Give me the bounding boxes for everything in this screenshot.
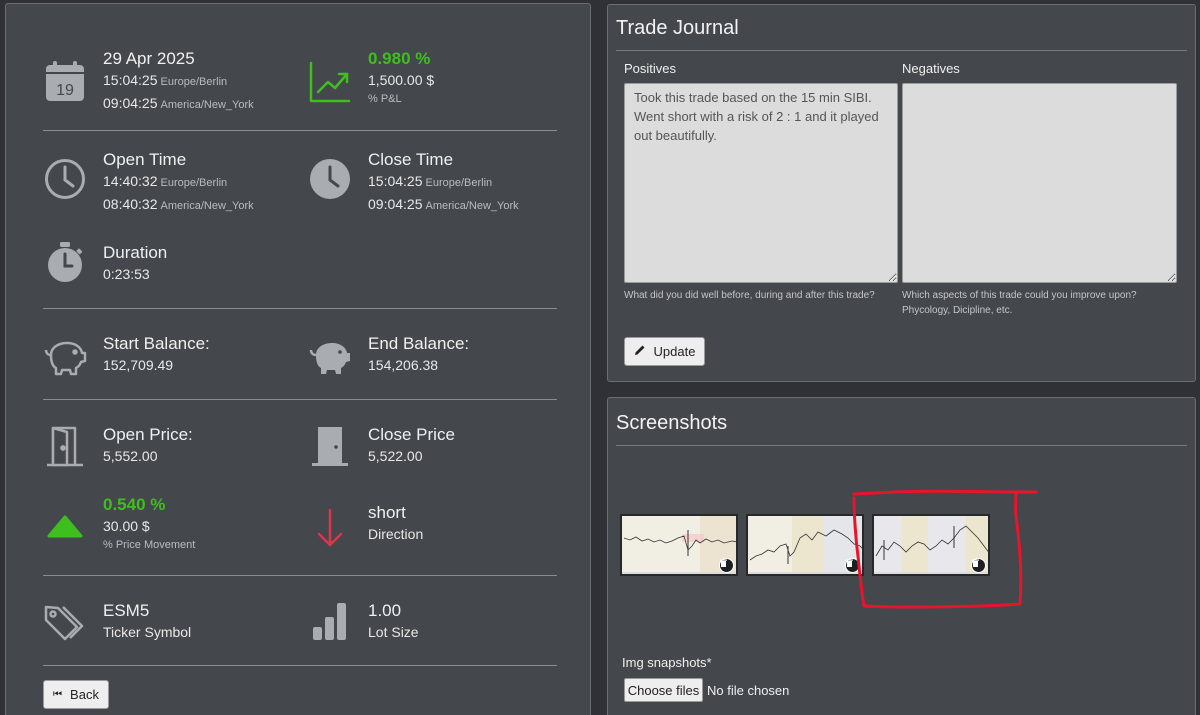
divider xyxy=(43,575,557,576)
positives-label: Positives xyxy=(624,61,677,76)
divider xyxy=(616,445,1187,446)
trade-summary-panel: 19 29 Apr 2025 15:04:25 Europe/Berlin 09:… xyxy=(5,3,591,715)
pnl-percent: 0.980 % xyxy=(368,49,431,68)
negatives-label: Negatives xyxy=(902,61,960,76)
screenshots-panel: Screenshots Img snapshots* Choose files … xyxy=(607,397,1196,715)
trash-icon xyxy=(720,559,727,567)
trade-journal-panel: Trade Journal Positives Took this trade … xyxy=(607,4,1196,382)
divider xyxy=(616,50,1187,51)
choose-files-button[interactable]: Choose files xyxy=(624,678,703,702)
positives-help: What did you did well before, during and… xyxy=(624,290,875,301)
negatives-help: Which aspects of this trade could you im… xyxy=(902,290,1137,316)
bar-chart-icon xyxy=(308,600,352,644)
tags-icon xyxy=(43,602,87,646)
divider xyxy=(43,665,557,666)
stopwatch-icon xyxy=(43,240,87,284)
piggy-bank-filled-icon xyxy=(308,335,352,379)
door-closed-icon xyxy=(308,424,352,468)
no-file-chosen-text: No file chosen xyxy=(707,683,790,698)
divider xyxy=(43,308,557,309)
pnl-value: 1,500.00 $ xyxy=(368,72,435,88)
svg-text:19: 19 xyxy=(56,82,74,99)
clock-filled-icon xyxy=(308,157,352,201)
negatives-textarea[interactable] xyxy=(902,83,1177,283)
upload-label: Img snapshots* xyxy=(622,655,712,670)
triangle-up-icon xyxy=(43,504,87,548)
update-button[interactable]: Update xyxy=(624,337,705,366)
trade-date: 29 Apr 2025 xyxy=(103,49,195,68)
screenshot-thumbnail[interactable] xyxy=(620,514,738,576)
skip-back-icon: ⏮ xyxy=(53,689,63,700)
calendar-icon: 19 xyxy=(43,59,87,103)
clock-outline-icon xyxy=(43,157,87,201)
back-button[interactable]: ⏮ Back xyxy=(43,680,109,709)
panel-title: Screenshots xyxy=(616,412,728,434)
arrow-down-icon xyxy=(308,506,352,550)
divider xyxy=(43,130,557,131)
piggy-bank-outline-icon xyxy=(43,335,87,379)
pencil-icon xyxy=(634,344,646,359)
panel-title: Trade Journal xyxy=(616,17,739,39)
door-open-icon xyxy=(43,424,87,468)
red-highlight-annotation xyxy=(852,489,1038,609)
positives-textarea[interactable]: Took this trade based on the 15 min SIBI… xyxy=(624,83,898,283)
divider xyxy=(43,399,557,400)
trending-up-chart-icon xyxy=(308,60,352,104)
pnl-caption: % P&L xyxy=(368,93,402,105)
delete-screenshot-button[interactable] xyxy=(719,558,734,573)
